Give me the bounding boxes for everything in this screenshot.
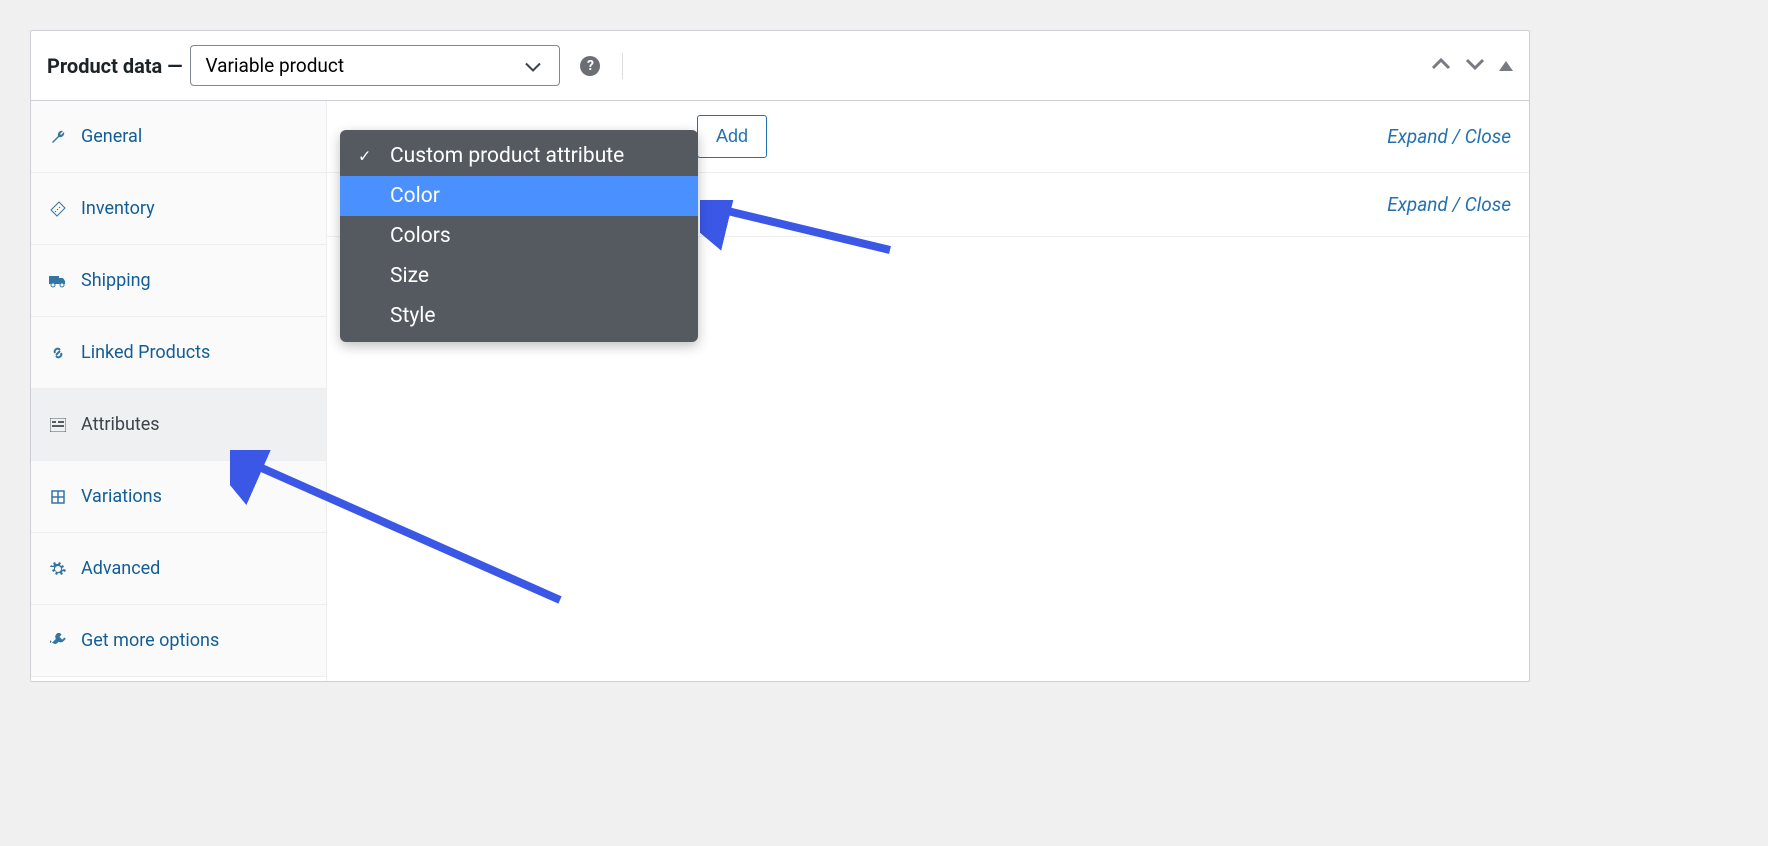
- dropdown-item-size[interactable]: Size: [340, 256, 698, 296]
- product-type-value: Variable product: [205, 54, 344, 77]
- sidebar: General Inventory Shipping Linked Produc…: [31, 101, 327, 681]
- sidebar-item-general[interactable]: General: [31, 101, 326, 173]
- dropdown-item-custom[interactable]: ✓ Custom product attribute: [340, 136, 698, 176]
- product-data-panel: Product data — Variable product ?: [30, 30, 1530, 682]
- sidebar-item-linked-products[interactable]: Linked Products: [31, 317, 326, 389]
- link-icon: [49, 345, 67, 361]
- ruler-icon: [49, 201, 67, 217]
- sidebar-item-label: Shipping: [81, 270, 151, 291]
- sidebar-item-shipping[interactable]: Shipping: [31, 245, 326, 317]
- check-icon: ✓: [358, 147, 371, 166]
- dropdown-item-style[interactable]: Style: [340, 296, 698, 336]
- separator: [622, 53, 623, 79]
- wrench-icon: [49, 129, 67, 145]
- sidebar-item-label: Linked Products: [81, 342, 210, 363]
- triangle-up-icon[interactable]: [1499, 61, 1513, 71]
- dropdown-item-label: Colors: [390, 224, 451, 248]
- dropdown-item-label: Custom product attribute: [390, 144, 624, 168]
- dropdown-item-colors[interactable]: Colors: [340, 216, 698, 256]
- chevron-down-icon[interactable]: [1465, 57, 1485, 75]
- panel-toggles: [1431, 57, 1513, 75]
- sidebar-item-label: Attributes: [81, 414, 160, 435]
- product-type-select[interactable]: Variable product: [190, 45, 560, 86]
- dropdown-item-label: Color: [390, 184, 440, 208]
- grid-icon: [49, 490, 67, 504]
- expand-close-link[interactable]: Expand / Close: [1387, 125, 1511, 148]
- plug-icon: [49, 633, 67, 649]
- expand-close-link[interactable]: Expand / Close: [1387, 193, 1511, 216]
- help-icon[interactable]: ?: [580, 56, 600, 76]
- chevron-up-icon[interactable]: [1431, 57, 1451, 75]
- sidebar-item-label: Variations: [81, 486, 162, 507]
- sidebar-item-inventory[interactable]: Inventory: [31, 173, 326, 245]
- sidebar-item-label: Inventory: [81, 198, 155, 219]
- chevron-down-icon: [525, 54, 541, 77]
- truck-icon: [49, 274, 67, 288]
- sidebar-item-attributes[interactable]: Attributes: [31, 389, 326, 461]
- dropdown-item-label: Style: [390, 304, 436, 328]
- gear-icon: [49, 561, 67, 577]
- panel-header: Product data — Variable product ?: [31, 31, 1529, 101]
- dropdown-item-color[interactable]: Color: [340, 176, 698, 216]
- sidebar-item-variations[interactable]: Variations: [31, 461, 326, 533]
- sidebar-item-label: Advanced: [81, 558, 160, 579]
- sidebar-item-label: General: [81, 126, 142, 147]
- attribute-dropdown[interactable]: ✓ Custom product attribute Color Colors …: [340, 130, 698, 342]
- sidebar-item-advanced[interactable]: Advanced: [31, 533, 326, 605]
- sidebar-item-label: Get more options: [81, 630, 219, 651]
- sidebar-item-get-more[interactable]: Get more options: [31, 605, 326, 677]
- add-button[interactable]: Add: [697, 115, 767, 158]
- panel-title: Product data —: [47, 54, 182, 78]
- dropdown-item-label: Size: [390, 264, 429, 288]
- panel-body: General Inventory Shipping Linked Produc…: [31, 101, 1529, 681]
- list-icon: [49, 418, 67, 432]
